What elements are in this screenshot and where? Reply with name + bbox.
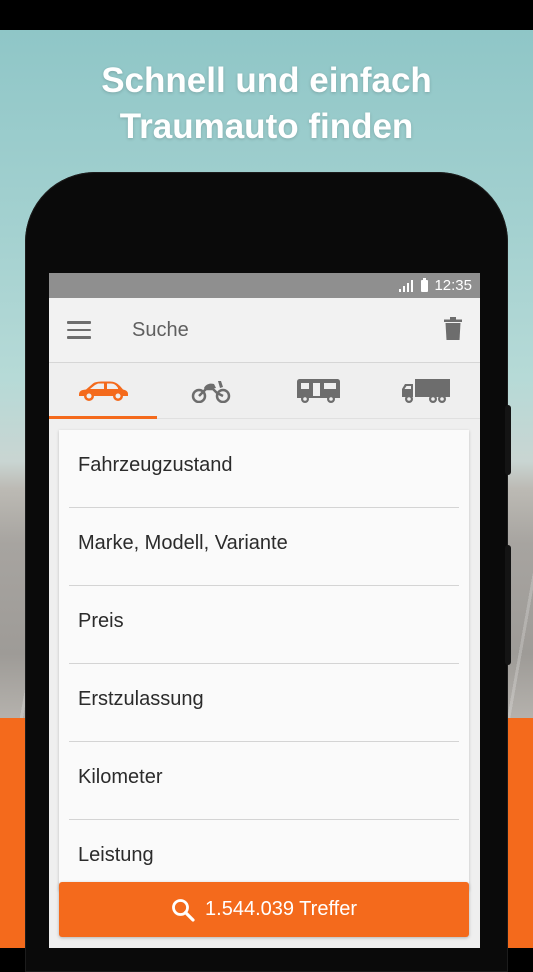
menu-icon[interactable] [67, 321, 91, 339]
tab-truck[interactable] [372, 363, 480, 418]
filter-row-mileage[interactable]: Kilometer [59, 742, 469, 820]
truck-icon [402, 378, 451, 403]
device-status-strip [0, 0, 533, 30]
filter-row-condition[interactable]: Fahrzeugzustand [59, 430, 469, 508]
signal-icon [399, 279, 415, 292]
filter-label: Kilometer [78, 766, 163, 788]
phone-side-button [505, 405, 511, 475]
filter-row-price[interactable]: Preis [59, 586, 469, 664]
filter-label: Preis [78, 610, 124, 632]
page-title: Suche [132, 318, 189, 341]
filter-label: Fahrzeugzustand [78, 454, 233, 476]
filter-row-power[interactable]: Leistung [59, 820, 469, 890]
tab-car[interactable] [49, 363, 157, 419]
status-bar: 12:35 [49, 273, 480, 298]
filter-label: Leistung [78, 844, 154, 866]
results-count-label: 1.544.039 Treffer [205, 898, 357, 920]
headline-line-2: Traumauto finden [119, 107, 414, 146]
promo-headline: Schnell und einfach Traumauto finden [0, 58, 533, 150]
show-results-button[interactable]: 1.544.039 Treffer [59, 882, 469, 937]
camper-icon [297, 378, 341, 403]
tab-camper[interactable] [265, 363, 373, 418]
filter-list: Fahrzeugzustand Marke, Modell, Variante … [59, 430, 469, 890]
filter-row-registration[interactable]: Erstzulassung [59, 664, 469, 742]
tab-motorcycle[interactable] [157, 363, 265, 418]
motorcycle-icon [191, 380, 230, 403]
headline-line-1: Schnell und einfach [101, 61, 432, 100]
filter-label: Marke, Modell, Variante [78, 532, 288, 554]
app-bar: Suche [49, 298, 480, 363]
trash-icon[interactable] [444, 317, 462, 340]
car-icon [78, 381, 128, 401]
app-screen: 12:35 Suche Fahrzeugzustand Marke, Model… [49, 273, 480, 948]
filter-row-make-model[interactable]: Marke, Modell, Variante [59, 508, 469, 586]
phone-side-button [505, 545, 511, 665]
vehicle-type-tabs [49, 363, 480, 419]
battery-icon [421, 277, 429, 292]
filter-label: Erstzulassung [78, 688, 204, 710]
status-time: 12:35 [434, 277, 472, 294]
search-icon [172, 898, 195, 922]
